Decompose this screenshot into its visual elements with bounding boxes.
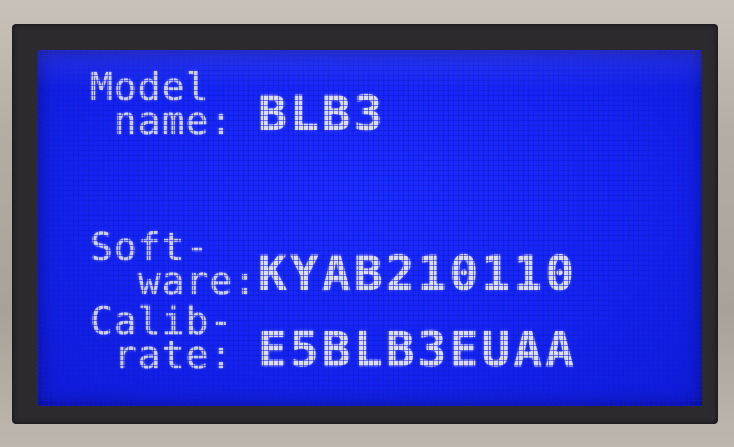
- calibrate-value: E5BLB3EUAA: [258, 322, 577, 378]
- calibrate-label-line2: rate:: [90, 333, 234, 377]
- model-name-label-line2: name:: [90, 99, 234, 143]
- model-name-value: BLB3: [258, 86, 386, 142]
- lcd-screen: Model name: BLB3 Soft- ware: KYAB210110 …: [38, 50, 702, 406]
- software-value: KYAB210110: [258, 246, 577, 302]
- software-label-line2: ware:: [90, 259, 258, 303]
